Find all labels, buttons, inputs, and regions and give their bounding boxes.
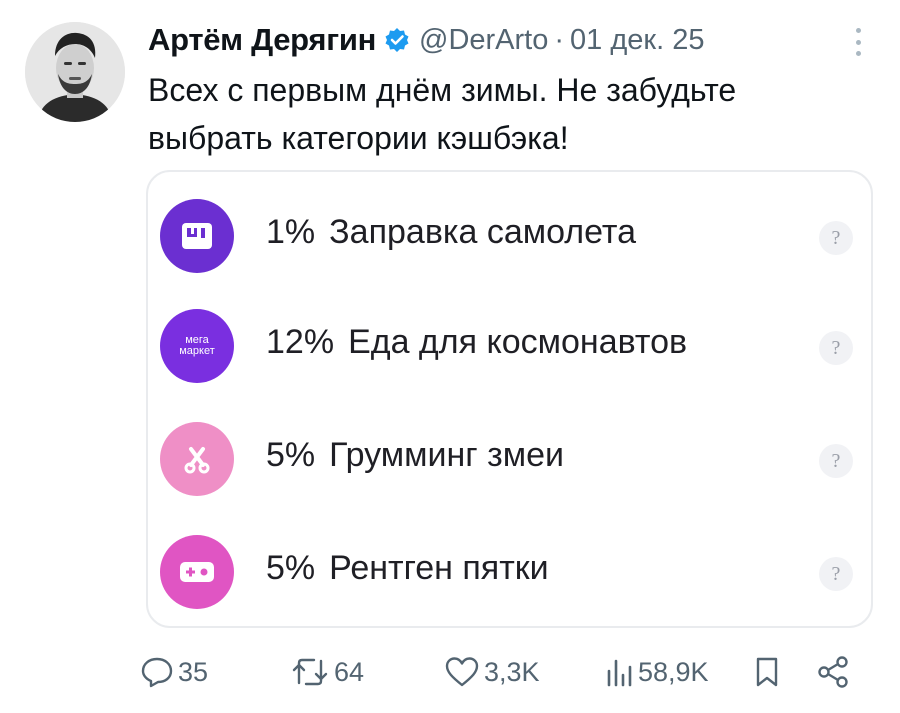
- avatar-portrait: [25, 22, 125, 122]
- cashback-category-row: мега маркет 12% Еда для космонавтов ?: [148, 309, 871, 393]
- post-text: Всех с первым днём зимы. Не забудьте выб…: [148, 72, 737, 156]
- header-separator: ·: [554, 23, 565, 56]
- post-date[interactable]: 01 дек. 25: [570, 24, 704, 57]
- reply-count: 35: [178, 656, 209, 687]
- like-count: 3,3K: [484, 656, 540, 687]
- avatar[interactable]: [25, 22, 125, 122]
- post-header: Артём Дерягин @DerArto · 01 дек. 25: [148, 20, 838, 60]
- repost-icon: [292, 658, 328, 686]
- verified-badge-icon: [384, 27, 410, 53]
- reply-button[interactable]: 35: [140, 650, 208, 694]
- category-label: 5% Рентген пятки: [266, 549, 549, 588]
- bag-icon: [160, 199, 234, 273]
- category-percent: 5%: [266, 436, 316, 474]
- category-percent: 1%: [266, 213, 316, 251]
- heart-icon: [445, 657, 479, 687]
- help-icon: ?: [819, 331, 853, 365]
- help-icon: ?: [819, 444, 853, 478]
- cashback-category-row: 5% Грумминг змеи ?: [148, 422, 871, 506]
- like-button[interactable]: 3,3K: [444, 650, 540, 694]
- help-icon: ?: [819, 557, 853, 591]
- logo-text: маркет: [179, 345, 215, 357]
- cashback-category-row: 1% Заправка самолета ?: [148, 199, 871, 283]
- megamarket-logo: мега маркет: [160, 309, 234, 383]
- share-button[interactable]: [816, 650, 850, 694]
- category-name: Заправка самолета: [329, 213, 637, 251]
- category-name: Грумминг змеи: [329, 436, 565, 474]
- post-actions: 35 64 3,3K 58,9K: [140, 650, 880, 694]
- category-label: 1% Заправка самолета: [266, 213, 636, 252]
- author-handle[interactable]: @DerArto: [419, 24, 548, 57]
- bookmark-button[interactable]: [752, 650, 782, 694]
- scissors-icon: [160, 422, 234, 496]
- views-icon: [607, 659, 632, 687]
- category-label: 5% Грумминг змеи: [266, 436, 564, 475]
- cashback-image[interactable]: 1% Заправка самолета ? мега маркет 12% Еда…: [146, 170, 873, 628]
- share-icon: [818, 656, 848, 688]
- help-icon: ?: [819, 221, 853, 255]
- category-name: Еда для космонавтов: [348, 323, 688, 361]
- more-options-icon[interactable]: [843, 24, 873, 60]
- category-percent: 5%: [266, 549, 316, 587]
- category-percent: 12%: [266, 323, 335, 361]
- bookmark-icon: [756, 657, 778, 687]
- reply-icon: [141, 657, 173, 688]
- views-count: 58,9K: [638, 656, 709, 687]
- cashback-category-row: 5% Рентген пятки ?: [148, 535, 871, 619]
- repost-button[interactable]: 64: [290, 650, 364, 694]
- category-label: 12% Еда для космонавтов: [266, 323, 687, 362]
- gamepad-icon: [160, 535, 234, 609]
- views-button[interactable]: 58,9K: [604, 650, 709, 694]
- repost-count: 64: [334, 656, 365, 687]
- category-name: Рентген пятки: [329, 549, 549, 587]
- author-name[interactable]: Артём Дерягин: [148, 22, 376, 58]
